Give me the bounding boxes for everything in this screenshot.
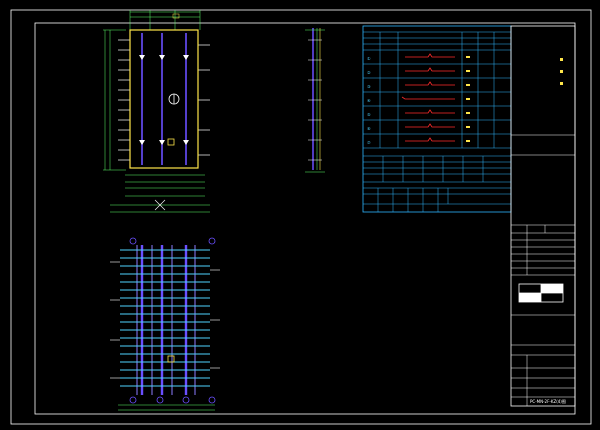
cad-drawing-canvas: ① ② ③ ④ ⑤ ⑥ ⑦ PC-MN-2F-KZ(4)图 bbox=[0, 0, 600, 430]
sheet-border-outer bbox=[10, 9, 592, 425]
drawing-number: PC-MN-2F-KZ(4)图 bbox=[530, 398, 566, 404]
row-mark: ⑥ bbox=[367, 126, 371, 131]
row-mark: ⑤ bbox=[367, 112, 371, 117]
left-rebar-ticks bbox=[118, 39, 130, 161]
row-mark: ① bbox=[367, 56, 371, 61]
row-mark: ④ bbox=[367, 98, 371, 103]
row-mark: ⑦ bbox=[367, 140, 371, 145]
slab-section-view bbox=[305, 28, 325, 173]
rebar-shape-sketches bbox=[401, 53, 455, 142]
slab-outline bbox=[129, 29, 199, 169]
schedule-row-marks: ① ② ③ ④ ⑤ ⑥ ⑦ bbox=[367, 56, 371, 145]
rebar-schedule-table: ① ② ③ ④ ⑤ ⑥ ⑦ bbox=[362, 25, 512, 213]
drawing-svg: ① ② ③ ④ ⑤ ⑥ ⑦ PC-MN-2F-KZ(4)图 bbox=[10, 9, 592, 425]
slab-elevation-view bbox=[103, 10, 210, 213]
row-mark: ③ bbox=[367, 84, 371, 89]
title-block: PC-MN-2F-KZ(4)图 bbox=[510, 25, 576, 407]
cross-rebars bbox=[120, 249, 210, 387]
reinforcement-plan-view bbox=[110, 237, 220, 411]
row-mark: ② bbox=[367, 70, 371, 75]
